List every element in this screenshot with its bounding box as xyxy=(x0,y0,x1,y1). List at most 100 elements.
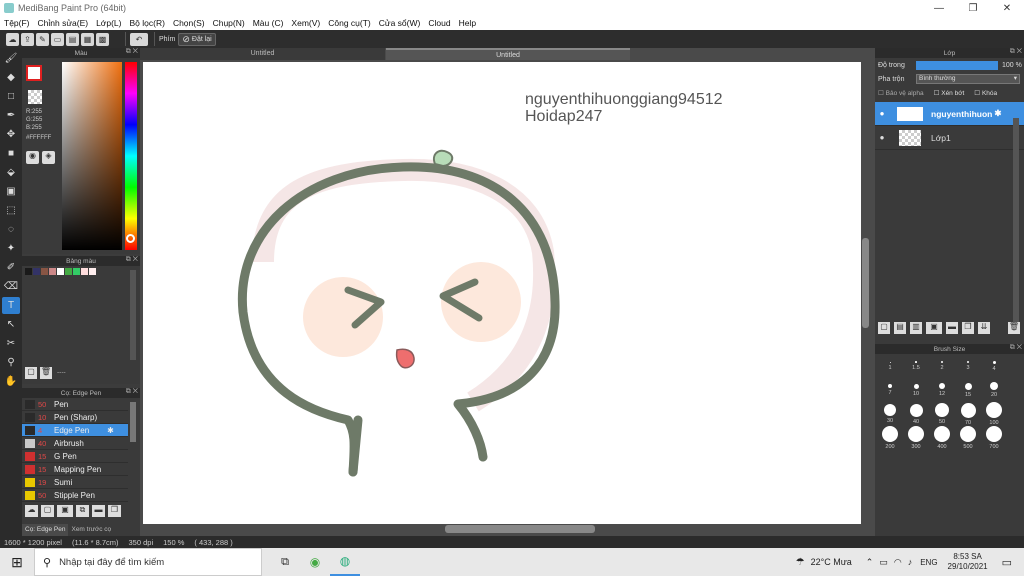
color-picker-icon[interactable]: ◈ xyxy=(42,151,55,164)
merge-layer-icon[interactable]: ⇊ xyxy=(978,322,990,334)
brush-size-cell[interactable]: 10 xyxy=(903,378,929,402)
panel-close-icon[interactable]: ⧉ ✕ xyxy=(1010,48,1022,56)
tray-chevron-icon[interactable]: ⌃ xyxy=(866,557,874,568)
grid-icon[interactable]: ▦ xyxy=(81,32,94,46)
clipping-checkbox[interactable]: ☐ Xén bớt xyxy=(934,89,965,97)
palette-swatch[interactable] xyxy=(89,268,96,275)
brush-size-cell[interactable]: 500 xyxy=(955,426,981,450)
brush-size-cell[interactable]: 4 xyxy=(981,354,1007,378)
brush-size-cell[interactable]: 1 xyxy=(877,354,903,378)
menu-cloud[interactable]: Cloud xyxy=(428,18,450,28)
rect-tool-icon[interactable]: □ xyxy=(2,88,20,105)
page-icon[interactable]: ▤ xyxy=(66,32,79,46)
brush-item[interactable]: 40 Airbrush xyxy=(22,437,128,450)
transparent-color-swatch[interactable] xyxy=(28,90,42,104)
brush-item[interactable]: 15 Mapping Pen xyxy=(22,463,128,476)
comment-icon[interactable]: ✎ xyxy=(36,32,49,46)
vertical-scrollbar[interactable] xyxy=(862,238,869,328)
hue-slider-handle[interactable] xyxy=(126,234,135,243)
copy-brush-icon[interactable]: ⧉ xyxy=(76,505,89,517)
taskbar-clock[interactable]: 8:53 SA 29/10/2021 xyxy=(948,552,988,572)
palette-swatch[interactable] xyxy=(49,268,56,275)
taskbar-search[interactable]: ⚲ Nhập tại đây để tìm kiếm xyxy=(34,548,262,576)
brush-tool-icon[interactable]: 🖌 xyxy=(2,50,20,67)
brush-size-cell[interactable]: 100 xyxy=(981,402,1007,426)
select-tool-icon[interactable]: ⬚ xyxy=(2,202,20,219)
add-brush-icon[interactable]: ▣ xyxy=(57,505,73,517)
tab-brush-preview[interactable]: Xem trước cọ xyxy=(68,524,114,536)
brush-size-cell[interactable]: 1.5 xyxy=(903,354,929,378)
brush-item[interactable]: 19 Sumi xyxy=(22,476,128,489)
gear-icon[interactable]: ✱ xyxy=(994,108,1001,119)
add-layer-menu-icon[interactable]: ▣ xyxy=(926,322,942,334)
tab-untitled-1[interactable]: Untitled xyxy=(140,48,385,60)
network-icon[interactable]: ▭ xyxy=(879,557,888,568)
layer-row-text[interactable]: ● nguyenthihuon ✱ xyxy=(875,102,1024,126)
opacity-slider[interactable] xyxy=(916,60,998,70)
delete-layer-icon[interactable]: 🗑 xyxy=(1008,322,1020,334)
lasso-tool-icon[interactable]: ◌ xyxy=(2,221,20,238)
brush-item[interactable]: 50 Stipple Pen xyxy=(22,489,128,502)
hand-tool-icon[interactable]: ✋ xyxy=(2,373,20,390)
coccoc-browser-icon[interactable]: ◉ xyxy=(300,555,330,569)
new-1bit-layer-icon[interactable]: ▥ xyxy=(910,322,922,334)
menu-tools[interactable]: Công cụ(T) xyxy=(328,18,371,28)
move-tool-icon[interactable]: ✥ xyxy=(2,126,20,143)
panel-icon[interactable]: ▩ xyxy=(96,32,109,46)
palette-scrollbar[interactable] xyxy=(130,270,136,360)
duplicate-layer-icon[interactable]: ❐ xyxy=(962,322,974,334)
brush-size-cell[interactable]: 2 xyxy=(929,354,955,378)
text-tool-icon[interactable]: T xyxy=(2,297,20,314)
menu-edit[interactable]: Chỉnh sửa(E) xyxy=(38,18,89,28)
layer-row-lop1[interactable]: ● Lớp1 xyxy=(875,126,1024,150)
palette-swatch[interactable] xyxy=(33,268,40,275)
lock-checkbox[interactable]: ☐ Khóa xyxy=(974,89,997,97)
new-halftone-layer-icon[interactable]: ▤ xyxy=(894,322,906,334)
bucket-tool-icon[interactable]: ⬙ xyxy=(2,164,20,181)
folder-icon[interactable]: ▬ xyxy=(92,505,105,517)
fill-rect-tool-icon[interactable]: ■ xyxy=(2,145,20,162)
brush-item[interactable]: 4 Edge Pen ✱ xyxy=(22,424,128,437)
menu-view[interactable]: Xem(V) xyxy=(291,18,320,28)
menu-snap[interactable]: Chụp(N) xyxy=(213,18,245,28)
select-eraser-tool-icon[interactable]: ⌫ xyxy=(2,278,20,295)
layer-scrollbar[interactable] xyxy=(1013,118,1019,328)
brush-size-cell[interactable]: 15 xyxy=(955,378,981,402)
color-wheel-icon[interactable]: ◉ xyxy=(26,151,39,164)
panel-close-icon[interactable]: ⧉ ✕ xyxy=(1010,344,1022,352)
reset-button[interactable]: ⊘ Đặt lại xyxy=(178,32,216,46)
magic-wand-tool-icon[interactable]: ✦ xyxy=(2,240,20,257)
palette-swatch[interactable] xyxy=(25,268,32,275)
cloud-icon[interactable]: ☁ xyxy=(6,32,19,46)
gradient-tool-icon[interactable]: ▣ xyxy=(2,183,20,200)
menu-help[interactable]: Help xyxy=(459,18,476,28)
new-brush-icon[interactable]: ▢ xyxy=(41,505,54,517)
select-pen-tool-icon[interactable]: ✐ xyxy=(2,259,20,276)
visibility-eye-icon[interactable]: ● xyxy=(875,109,889,118)
panel-close-icon[interactable]: ⧉ ✕ xyxy=(126,256,138,264)
menu-color[interactable]: Màu (C) xyxy=(253,18,284,28)
brush-cloud-icon[interactable]: ☁ xyxy=(25,505,38,517)
brush-item[interactable]: 50 Pen xyxy=(22,398,128,411)
horizontal-scrollbar[interactable] xyxy=(445,525,595,533)
brush-size-cell[interactable]: 300 xyxy=(903,426,929,450)
eraser-tool-icon[interactable]: ◆ xyxy=(2,69,20,86)
close-button[interactable]: ✕ xyxy=(990,0,1024,16)
weather-text[interactable]: 22°C Mưa xyxy=(811,557,852,567)
language-indicator[interactable]: ENG xyxy=(920,558,937,567)
menu-layer[interactable]: Lớp(L) xyxy=(96,18,121,28)
brush-item[interactable]: 15 G Pen xyxy=(22,450,128,463)
palette-swatch[interactable] xyxy=(81,268,88,275)
volume-icon[interactable]: ♪ xyxy=(908,557,913,567)
brush-size-cell[interactable]: 30 xyxy=(877,402,903,426)
brush-scrollbar[interactable] xyxy=(130,402,136,442)
share-icon[interactable]: ⇪ xyxy=(21,32,34,46)
brush-size-cell[interactable]: 7 xyxy=(877,378,903,402)
panel-close-icon[interactable]: ⧉ ✕ xyxy=(126,48,138,56)
saturation-value-box[interactable] xyxy=(62,62,122,250)
pen-tool-icon[interactable]: ✒ xyxy=(2,107,20,124)
brush-size-cell[interactable]: 50 xyxy=(929,402,955,426)
menu-select[interactable]: Chọn(S) xyxy=(173,18,205,28)
new-layer-icon[interactable]: ▢ xyxy=(878,322,890,334)
undo-icon[interactable]: ↶ xyxy=(130,32,148,46)
